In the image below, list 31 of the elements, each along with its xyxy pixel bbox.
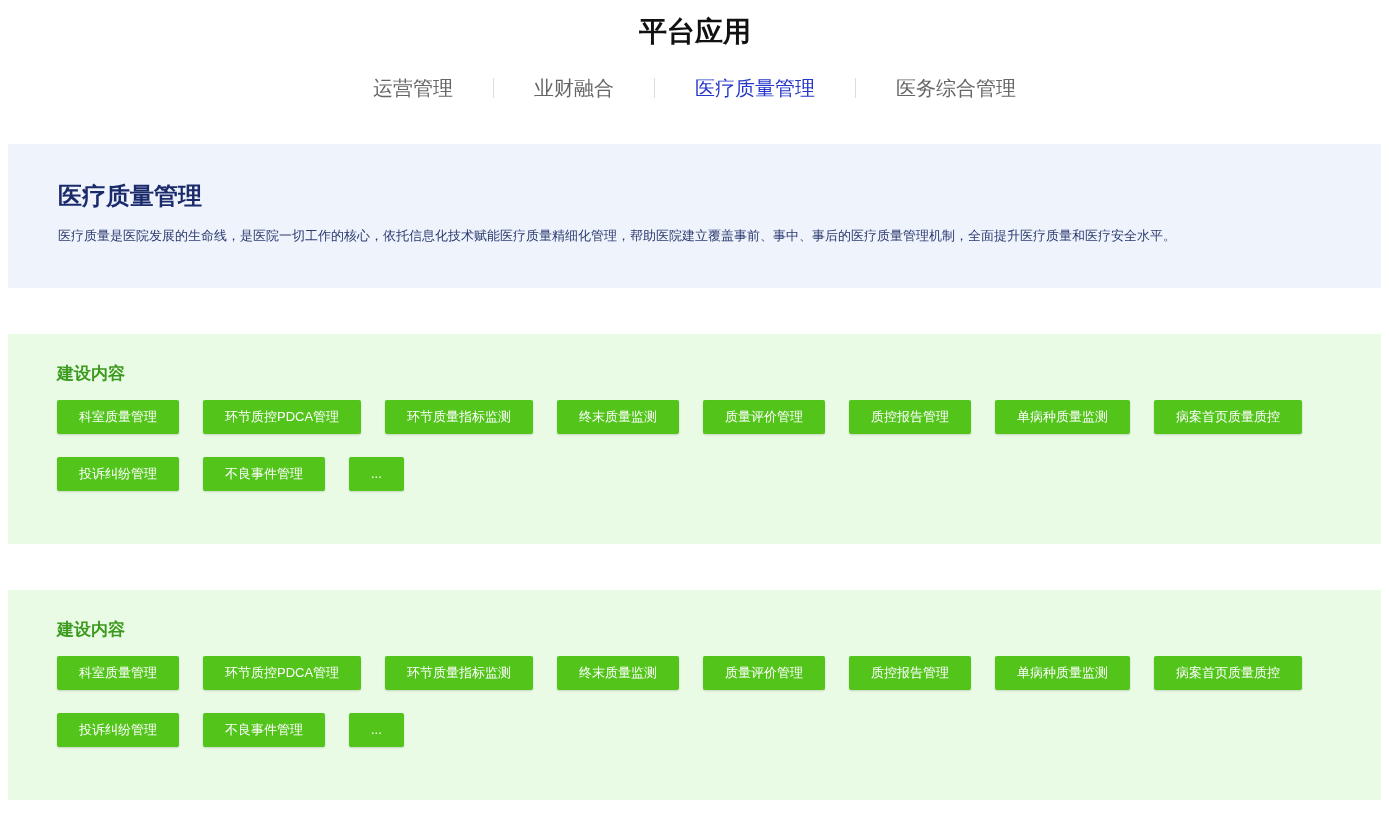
module-button[interactable]: 质控报告管理 <box>849 656 972 690</box>
module-button[interactable]: 单病种质量监测 <box>995 400 1131 434</box>
module-button[interactable]: 终末质量监测 <box>557 400 680 434</box>
module-button[interactable]: ... <box>349 457 404 491</box>
tab[interactable]: 业财融合 <box>494 74 654 102</box>
intro-description: 医疗质量是医院发展的生命线，是医院一切工作的核心，依托信息化技术赋能医疗质量精细化管理，帮助医院建立覆盖事前、事中、事后的医疗质量管理机制，全面提升医疗质量和医疗安全水平。 <box>58 228 1177 245</box>
module-button[interactable]: 科室质量管理 <box>57 656 179 690</box>
section-title: 建设内容 <box>57 363 125 385</box>
module-button[interactable]: 病案首页质量质控 <box>1154 400 1303 434</box>
module-button[interactable]: 不良事件管理 <box>203 713 325 747</box>
tab[interactable]: 医疗质量管理 <box>655 74 855 102</box>
module-button[interactable]: 质控报告管理 <box>849 400 972 434</box>
page-title: 平台应用 <box>638 15 751 49</box>
section-title: 建设内容 <box>57 619 125 641</box>
module-button[interactable]: 质量评价管理 <box>703 656 826 690</box>
module-button[interactable]: 投诉纠纷管理 <box>57 457 179 491</box>
module-button[interactable]: 终末质量监测 <box>557 656 680 690</box>
module-button[interactable]: 环节质控PDCA管理 <box>203 400 362 434</box>
module-button[interactable]: 质量评价管理 <box>703 400 826 434</box>
module-button[interactable]: ... <box>349 713 404 747</box>
module-button[interactable]: 单病种质量监测 <box>995 656 1131 690</box>
module-button[interactable]: 环节质量指标监测 <box>385 400 534 434</box>
module-button[interactable]: 环节质量指标监测 <box>385 656 534 690</box>
module-button[interactable]: 环节质控PDCA管理 <box>203 656 362 690</box>
module-button[interactable]: 科室质量管理 <box>57 400 179 434</box>
module-button[interactable]: 不良事件管理 <box>203 457 325 491</box>
intro-title: 医疗质量管理 <box>58 181 202 211</box>
tab[interactable]: 医务综合管理 <box>856 74 1056 102</box>
module-button[interactable]: 投诉纠纷管理 <box>57 713 179 747</box>
module-button[interactable]: 病案首页质量质控 <box>1154 656 1303 690</box>
tab[interactable]: 运营管理 <box>333 74 493 102</box>
